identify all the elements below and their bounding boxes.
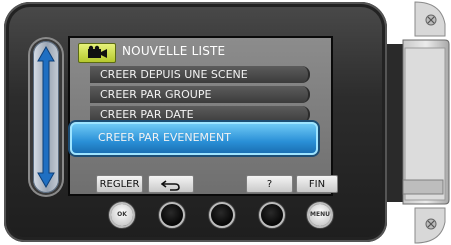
- help-button[interactable]: ?: [246, 175, 293, 193]
- menu-item-creer-depuis-une-scene[interactable]: CREER DEPUIS UNE SCENE: [90, 66, 310, 83]
- hardware-button-4[interactable]: [259, 202, 285, 228]
- fin-button[interactable]: FIN: [296, 175, 338, 193]
- menu-item-label: CREER PAR GROUPE: [100, 88, 212, 101]
- menu-hardware-button[interactable]: MENU: [307, 202, 333, 228]
- menu-item-label: CREER DEPUIS UNE SCENE: [100, 68, 248, 81]
- hardware-button-3[interactable]: [209, 202, 235, 228]
- menu-item-label: CREER PAR DATE: [100, 108, 194, 121]
- menu-item-creer-par-evenement[interactable]: CREER PAR EVENEMENT: [70, 122, 318, 155]
- menu-title: NOUVELLE LISTE: [122, 44, 226, 58]
- camera-body: NOUVELLE LISTE CREER DEPUIS UNE SCENE CR…: [0, 0, 451, 245]
- help-label: ?: [266, 179, 273, 190]
- fin-label: FIN: [308, 179, 326, 190]
- menu-label: MENU: [309, 204, 331, 226]
- menu-title-row: NOUVELLE LISTE: [76, 42, 326, 63]
- up-down-arrow-icon: [37, 45, 55, 189]
- menu-item-label: CREER PAR EVENEMENT: [98, 131, 231, 144]
- return-arrow-icon: [160, 180, 180, 191]
- regler-button[interactable]: REGLER: [96, 175, 143, 193]
- ok-hardware-button[interactable]: OK: [109, 202, 135, 228]
- movie-camera-icon: [78, 43, 116, 63]
- regler-label: REGLER: [99, 179, 140, 190]
- menu-item-creer-par-date[interactable]: CREER PAR DATE: [90, 106, 310, 123]
- camera-hinge: [387, 1, 450, 244]
- menu-item-creer-par-groupe[interactable]: CREER PAR GROUPE: [90, 86, 310, 103]
- hardware-button-2[interactable]: [159, 202, 185, 228]
- back-button[interactable]: [148, 175, 194, 193]
- ok-label: OK: [111, 204, 133, 226]
